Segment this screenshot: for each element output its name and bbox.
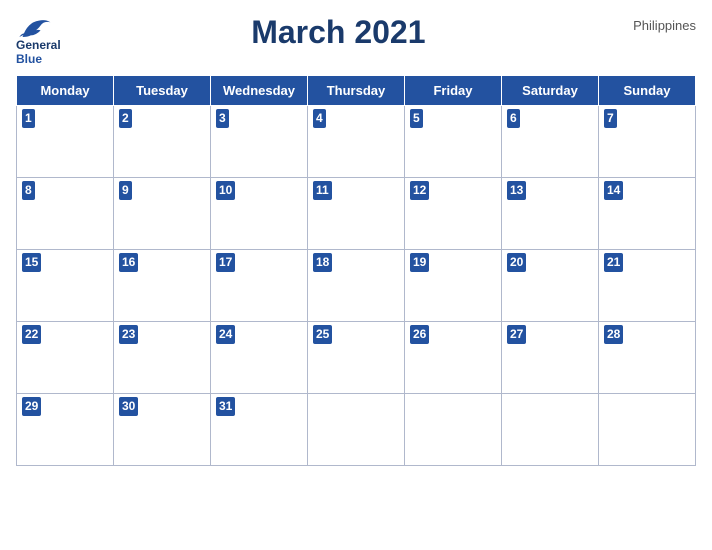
day-number: 2: [119, 109, 132, 128]
day-number: 25: [313, 325, 332, 344]
day-number: 31: [216, 397, 235, 416]
day-number: 23: [119, 325, 138, 344]
weekday-tuesday: Tuesday: [114, 75, 211, 105]
day-number: 9: [119, 181, 132, 200]
calendar-day-cell: 15: [17, 249, 114, 321]
day-number: 26: [410, 325, 429, 344]
day-number: 12: [410, 181, 429, 200]
calendar-day-cell: [599, 393, 696, 465]
day-number: 10: [216, 181, 235, 200]
calendar-day-cell: 17: [211, 249, 308, 321]
calendar-day-cell: 28: [599, 321, 696, 393]
day-number: 13: [507, 181, 526, 200]
day-number: 29: [22, 397, 41, 416]
calendar-day-cell: 22: [17, 321, 114, 393]
calendar-day-cell: 10: [211, 177, 308, 249]
calendar-day-cell: [502, 393, 599, 465]
day-number: 28: [604, 325, 623, 344]
weekday-header-row: Monday Tuesday Wednesday Thursday Friday…: [17, 75, 696, 105]
weekday-friday: Friday: [405, 75, 502, 105]
calendar-week-row: 1 2 3 4 5 6 7: [17, 105, 696, 177]
day-number: 6: [507, 109, 520, 128]
calendar-day-cell: 16: [114, 249, 211, 321]
day-number: 24: [216, 325, 235, 344]
calendar-day-cell: 12: [405, 177, 502, 249]
day-number: 3: [216, 109, 229, 128]
calendar-week-row: 29 30 31: [17, 393, 696, 465]
calendar-day-cell: 8: [17, 177, 114, 249]
day-number: 5: [410, 109, 423, 128]
day-number: 27: [507, 325, 526, 344]
calendar-day-cell: 13: [502, 177, 599, 249]
month-title: March 2021: [61, 14, 616, 51]
calendar-day-cell: 2: [114, 105, 211, 177]
calendar-week-row: 8 9 10 11 12 13 14: [17, 177, 696, 249]
calendar-day-cell: 20: [502, 249, 599, 321]
calendar-day-cell: 14: [599, 177, 696, 249]
day-number: 7: [604, 109, 617, 128]
day-number: 20: [507, 253, 526, 272]
calendar-day-cell: 18: [308, 249, 405, 321]
day-number: 19: [410, 253, 429, 272]
day-number: 8: [22, 181, 35, 200]
calendar-day-cell: 4: [308, 105, 405, 177]
day-number: 16: [119, 253, 138, 272]
calendar-day-cell: 25: [308, 321, 405, 393]
logo-text: General Blue: [16, 38, 61, 67]
weekday-sunday: Sunday: [599, 75, 696, 105]
calendar-day-cell: 29: [17, 393, 114, 465]
calendar-day-cell: 21: [599, 249, 696, 321]
weekday-monday: Monday: [17, 75, 114, 105]
day-number: 21: [604, 253, 623, 272]
calendar-day-cell: 5: [405, 105, 502, 177]
day-number: 11: [313, 181, 332, 200]
calendar-table: Monday Tuesday Wednesday Thursday Friday…: [16, 75, 696, 466]
country-label: Philippines: [616, 14, 696, 33]
calendar-header: General Blue March 2021 Philippines: [16, 10, 696, 69]
calendar-day-cell: 7: [599, 105, 696, 177]
day-number: 30: [119, 397, 138, 416]
weekday-thursday: Thursday: [308, 75, 405, 105]
calendar-day-cell: 19: [405, 249, 502, 321]
calendar-day-cell: 31: [211, 393, 308, 465]
calendar-day-cell: 11: [308, 177, 405, 249]
day-number: 17: [216, 253, 235, 272]
calendar-day-cell: 6: [502, 105, 599, 177]
calendar-week-row: 22 23 24 25 26 27 28: [17, 321, 696, 393]
calendar-day-cell: 23: [114, 321, 211, 393]
calendar-day-cell: 24: [211, 321, 308, 393]
calendar-day-cell: 30: [114, 393, 211, 465]
calendar-day-cell: 9: [114, 177, 211, 249]
calendar-day-cell: 3: [211, 105, 308, 177]
calendar-day-cell: 27: [502, 321, 599, 393]
calendar-week-row: 15 16 17 18 19 20 21: [17, 249, 696, 321]
calendar-day-cell: [308, 393, 405, 465]
calendar-container: General Blue March 2021 Philippines Mond…: [0, 0, 712, 550]
calendar-day-cell: [405, 393, 502, 465]
logo-area: General Blue: [16, 14, 61, 67]
day-number: 4: [313, 109, 326, 128]
calendar-day-cell: 26: [405, 321, 502, 393]
day-number: 1: [22, 109, 35, 128]
day-number: 18: [313, 253, 332, 272]
day-number: 14: [604, 181, 623, 200]
weekday-wednesday: Wednesday: [211, 75, 308, 105]
day-number: 15: [22, 253, 41, 272]
calendar-day-cell: 1: [17, 105, 114, 177]
day-number: 22: [22, 325, 41, 344]
weekday-saturday: Saturday: [502, 75, 599, 105]
